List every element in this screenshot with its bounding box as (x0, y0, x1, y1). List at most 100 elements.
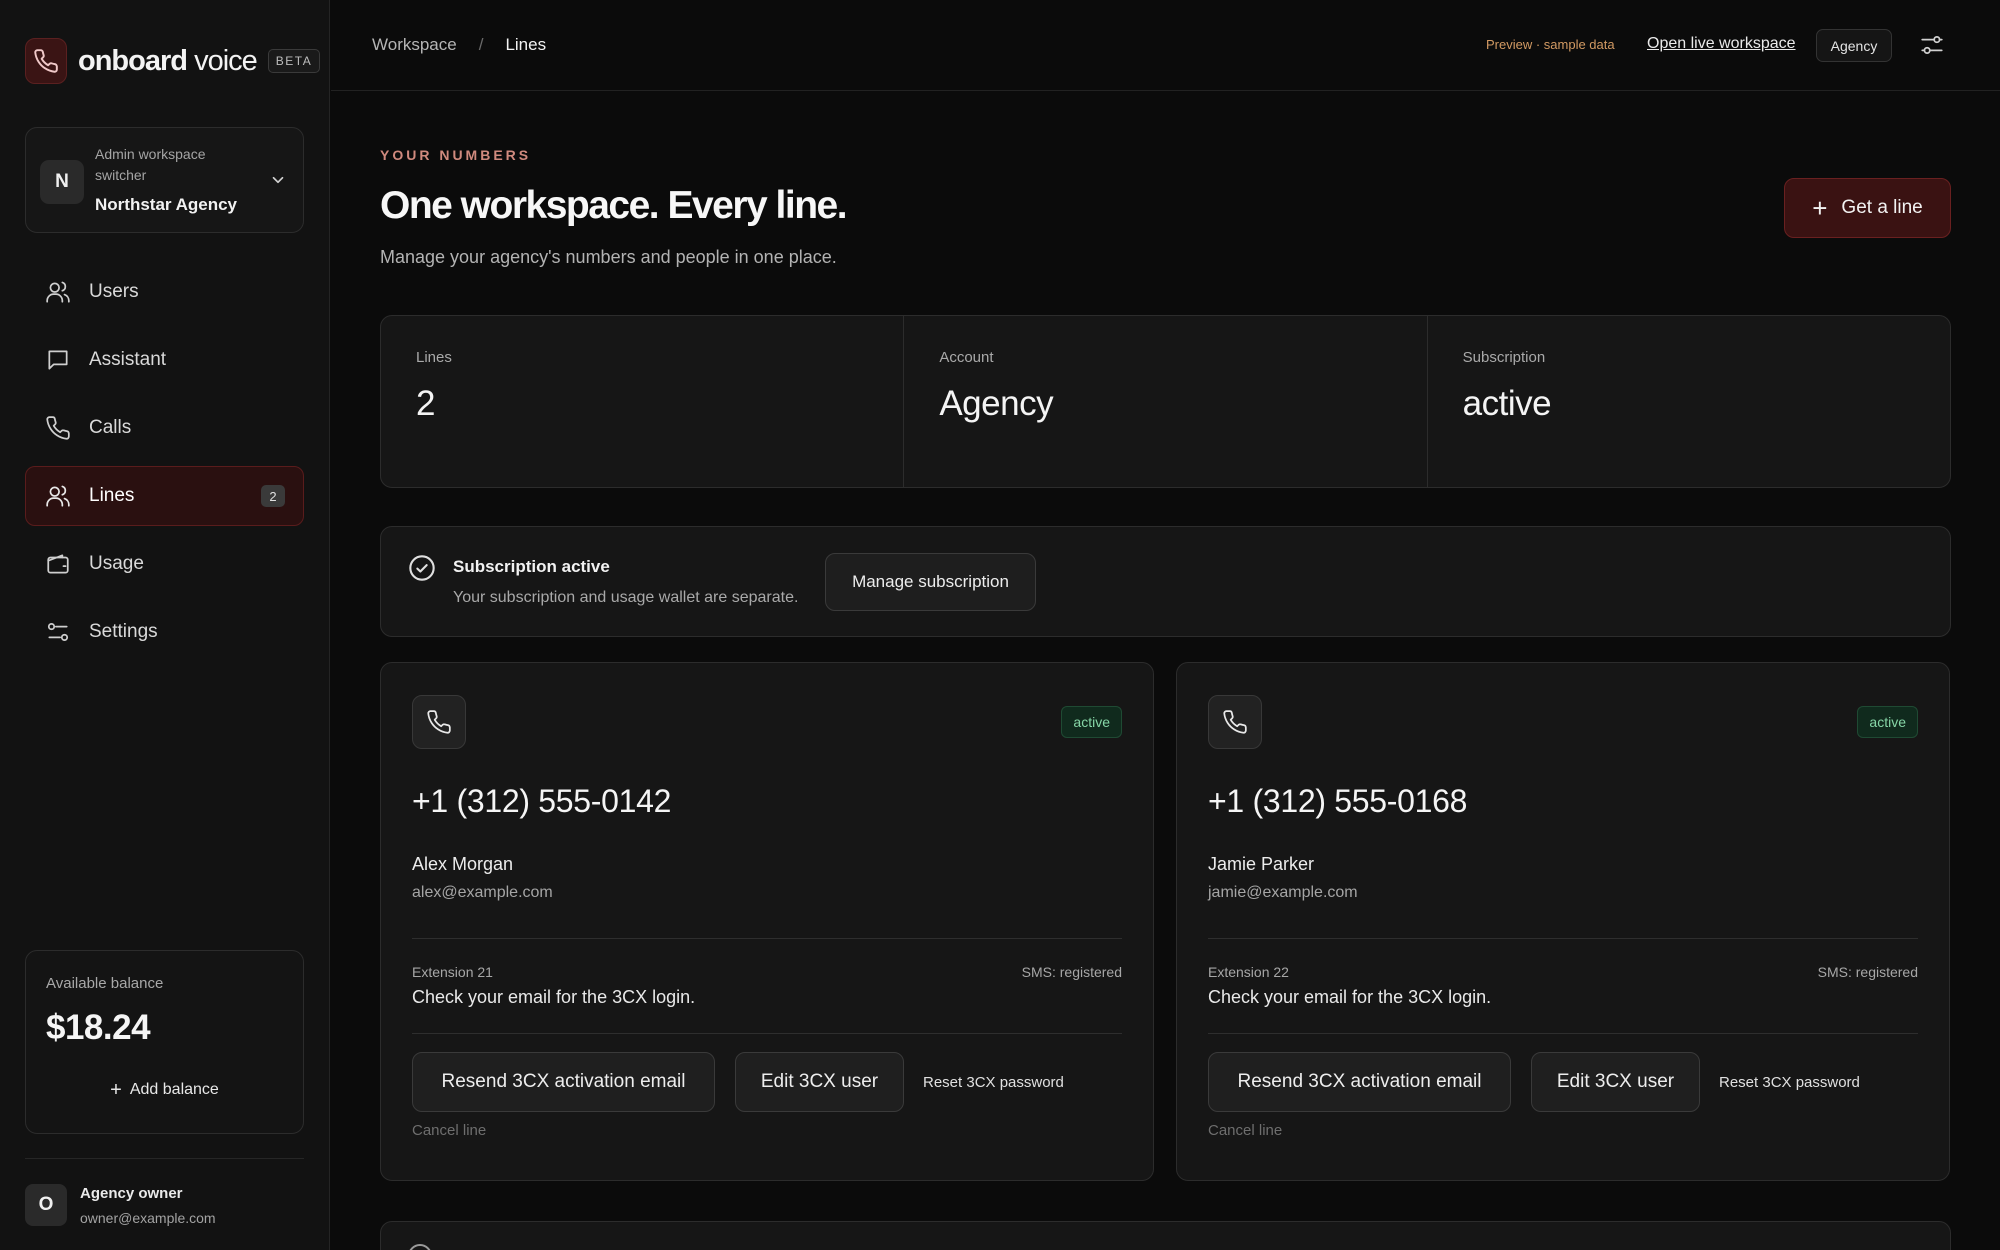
page-subtitle: Manage your agency's numbers and people … (380, 247, 837, 267)
phone-number: +1 (312) 555-0168 (1208, 783, 1468, 819)
owner-name: Agency owner (80, 1184, 183, 1202)
stat-account: Account Agency (904, 316, 1428, 487)
sidebar-item-label: Settings (89, 621, 158, 642)
plus-icon: + (110, 1079, 122, 1101)
login-hint: Check your email for the 3CX login. (412, 987, 696, 1007)
next-card-partial (380, 1221, 1951, 1250)
plus-icon: + (1812, 193, 1828, 223)
subscription-banner: Subscription active Your subscription an… (380, 526, 1951, 637)
subscription-title: Subscription active (453, 557, 610, 576)
get-a-line-button[interactable]: + Get a line (1784, 178, 1951, 238)
resend-activation-button[interactable]: Resend 3CX activation email (1208, 1052, 1511, 1112)
stat-label: Account (939, 349, 994, 366)
sidebar-item-label: Lines (89, 485, 135, 506)
extension-label: Extension 21 (412, 964, 493, 980)
sidebar-item-lines[interactable]: Lines 2 (25, 466, 304, 526)
cancel-line-link[interactable]: Cancel line (412, 1122, 486, 1139)
manage-subscription-button[interactable]: Manage subscription (825, 553, 1036, 611)
preview-note: Preview · sample data (1486, 37, 1615, 52)
get-a-line-label: Get a line (1841, 197, 1923, 218)
page-title: One workspace. Every line. (380, 184, 848, 227)
line-card: active +1 (312) 555-0142 Alex Morgan ale… (380, 662, 1154, 1181)
breadcrumb-workspace[interactable]: Workspace (372, 35, 457, 55)
balance-caption: Available balance (46, 975, 164, 992)
stat-lines: Lines 2 (381, 316, 905, 487)
subscription-description: Your subscription and usage wallet are s… (453, 589, 799, 606)
divider (412, 938, 1122, 939)
phone-icon (1208, 695, 1262, 749)
sidebar-item-usage[interactable]: Usage (25, 534, 304, 594)
add-balance-button[interactable]: + Add balance (26, 1079, 303, 1101)
wallet-icon (45, 551, 71, 577)
phone-icon (412, 695, 466, 749)
phone-number: +1 (312) 555-0142 (412, 783, 672, 819)
edit-3cx-user-button[interactable]: Edit 3CX user (735, 1052, 904, 1112)
lines-grid: active +1 (312) 555-0142 Alex Morgan ale… (380, 662, 1951, 1182)
assignee-email: alex@example.com (412, 884, 553, 901)
workspace-avatar: N (40, 160, 84, 204)
divider (1208, 938, 1918, 939)
account-type-chip[interactable]: Agency (1816, 29, 1892, 62)
resend-activation-button[interactable]: Resend 3CX activation email (412, 1052, 715, 1112)
sliders-icon[interactable] (1919, 32, 1945, 58)
assignee-name: Jamie Parker (1208, 854, 1315, 874)
assignee-name: Alex Morgan (412, 854, 514, 874)
chevron-down-icon (272, 176, 284, 184)
breadcrumb-current: Lines (505, 35, 547, 54)
sidebar-item-label: Users (89, 281, 139, 302)
divider (1208, 1033, 1918, 1034)
avatar: O (25, 1184, 67, 1226)
sms-status: SMS: registered (1817, 964, 1918, 980)
beta-badge: BETA (267, 49, 321, 73)
brand-name: onboard voice (78, 44, 258, 77)
breadcrumb-separator: / (478, 35, 484, 54)
reset-password-link[interactable]: Reset 3CX password (1719, 1074, 1860, 1091)
sidebar-item-users[interactable]: Users (25, 262, 304, 322)
add-balance-label: Add balance (129, 1081, 219, 1098)
sms-status: SMS: registered (1021, 964, 1122, 980)
reset-password-link[interactable]: Reset 3CX password (923, 1074, 1064, 1091)
section-eyebrow: YOUR NUMBERS (380, 147, 532, 163)
cancel-line-link[interactable]: Cancel line (1208, 1122, 1282, 1139)
sidebar-item-calls[interactable]: Calls (25, 398, 304, 458)
sidebar-item-assistant[interactable]: Assistant (25, 330, 304, 390)
sidebar-item-label: Assistant (89, 349, 167, 370)
open-live-workspace-link[interactable]: Open live workspace (1647, 35, 1796, 53)
workspace-switcher[interactable]: N Admin workspace switcher Northstar Age… (25, 127, 304, 233)
chat-icon (45, 347, 71, 373)
brand[interactable]: onboard voice BETA (25, 38, 321, 84)
phone-icon (45, 415, 71, 441)
stat-value: 2 (416, 384, 435, 423)
status-badge: active (1857, 706, 1918, 738)
extension-label: Extension 22 (1208, 964, 1289, 980)
account-menu[interactable]: O Agency owner owner@example.com (25, 1184, 216, 1226)
stat-value: Agency (939, 384, 1054, 423)
status-badge: active (1061, 706, 1122, 738)
stat-subscription: Subscription active (1428, 316, 1950, 487)
balance-value: $18.24 (46, 1008, 151, 1047)
line-card: active +1 (312) 555-0168 Jamie Parker ja… (1176, 662, 1950, 1181)
sidebar: onboard voice BETA N Admin workspace swi… (0, 0, 330, 1250)
breadcrumb: Workspace / Lines (372, 35, 546, 55)
divider (412, 1033, 1122, 1034)
count-badge: 2 (261, 485, 285, 507)
workspace-name: Northstar Agency (95, 195, 238, 214)
stat-label: Subscription (1462, 349, 1546, 366)
sidebar-item-label: Calls (89, 417, 132, 438)
balance-card: Available balance $18.24 + Add balance (25, 950, 304, 1134)
sidebar-nav: Users Assistant Calls Lines 2 Usage Sett… (25, 262, 304, 670)
sliders-icon (45, 619, 71, 645)
login-hint: Check your email for the 3CX login. (1208, 987, 1492, 1007)
users-icon (45, 483, 71, 509)
stats-summary: Lines 2 Account Agency Subscription acti… (380, 315, 1951, 488)
topbar: Workspace / Lines Preview · sample data … (331, 0, 2000, 91)
stat-value: active (1462, 384, 1552, 423)
sidebar-item-label: Usage (89, 553, 144, 574)
owner-email: owner@example.com (80, 1209, 216, 1226)
sidebar-item-settings[interactable]: Settings (25, 602, 304, 662)
edit-3cx-user-button[interactable]: Edit 3CX user (1531, 1052, 1700, 1112)
users-icon (45, 279, 71, 305)
phone-logo-icon (25, 38, 67, 84)
divider (25, 1158, 304, 1159)
info-circle-icon (408, 1244, 432, 1250)
